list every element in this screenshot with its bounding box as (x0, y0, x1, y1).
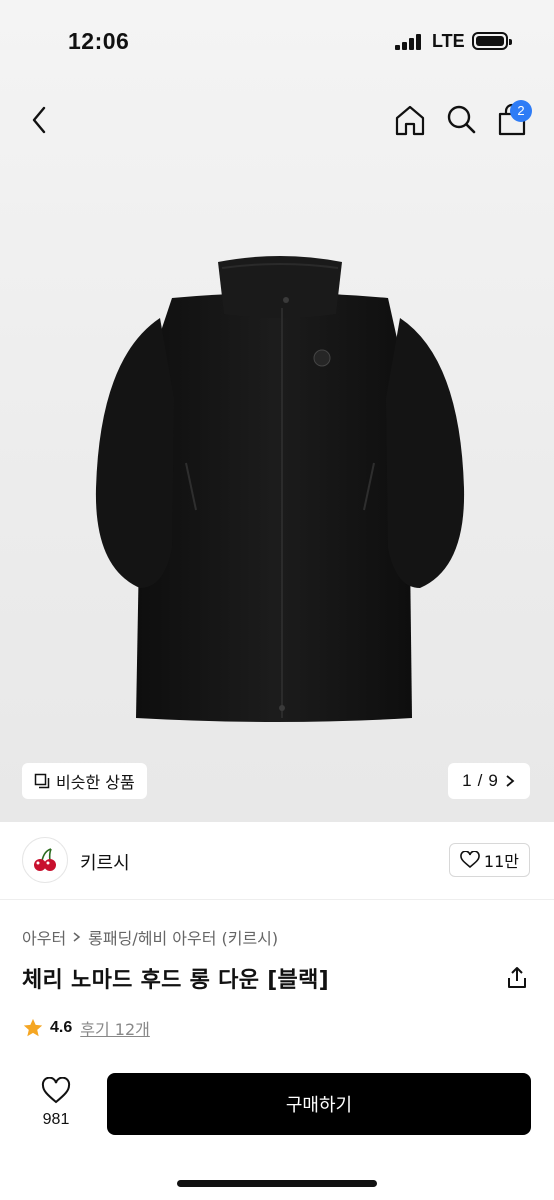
share-icon (508, 967, 526, 988)
home-indicator (177, 1180, 377, 1187)
signal-icon (395, 34, 423, 50)
battery-icon (472, 32, 512, 50)
chevron-right-icon (73, 932, 81, 942)
network-label: LTE (432, 31, 465, 51)
chevron-left-icon (32, 106, 46, 134)
image-pager[interactable]: 1 / 9 (448, 763, 530, 799)
brand-like-count: 11만 (483, 852, 519, 871)
home-button[interactable] (390, 100, 430, 140)
rating-row: 4.6 후기 12개 (22, 1016, 150, 1040)
breadcrumb: 아우터 롱패딩/헤비 아우터 (키르시) (22, 925, 278, 949)
bottom-bar: 981 구매하기 (0, 1060, 554, 1200)
brand-logo[interactable] (22, 837, 68, 883)
top-nav (0, 92, 554, 148)
star-icon (23, 1018, 43, 1037)
cart-count-badge: 2 (510, 100, 532, 122)
brand-row: 키르시 11만 (0, 822, 554, 900)
home-icon (395, 105, 425, 136)
heart-icon (460, 851, 480, 869)
wishlist-count: 981 (42, 1111, 70, 1128)
chevron-right-icon (506, 775, 515, 787)
wishlist-button[interactable]: 981 (28, 1075, 84, 1139)
status-bar: 12:06 LTE (0, 0, 554, 84)
review-count-link[interactable]: 후기 12개 (80, 1016, 150, 1040)
similar-products-button[interactable]: 비슷한 상품 (22, 763, 147, 799)
status-time: 12:06 (68, 28, 130, 54)
rating-score: 4.6 (50, 1019, 73, 1036)
heart-icon (41, 1076, 71, 1104)
product-image[interactable] (90, 248, 470, 748)
brand-like-button[interactable]: 11만 (448, 843, 530, 877)
cherry-icon (34, 848, 56, 871)
similar-products-label: 비슷한 상품 (56, 773, 135, 792)
pager-current: 1 (462, 771, 472, 790)
pager-separator: / (477, 771, 483, 790)
back-button[interactable] (22, 100, 58, 140)
copy-icon (34, 773, 50, 789)
product-hero: 12:06 LTE 2 비슷한 상품 1 / 9 (0, 0, 554, 822)
product-title: 체리 노마드 후드 롱 다운 [블랙] (22, 968, 329, 993)
buy-button[interactable]: 구매하기 (107, 1073, 531, 1135)
pager-total: 9 (488, 771, 498, 790)
search-button[interactable] (442, 100, 482, 140)
breadcrumb-level2[interactable]: 롱패딩/헤비 아우터 (키르시) (88, 925, 278, 949)
brand-name[interactable]: 키르시 (80, 849, 130, 875)
search-icon (447, 105, 476, 134)
breadcrumb-level1[interactable]: 아우터 (22, 925, 66, 949)
share-button[interactable] (503, 964, 531, 992)
